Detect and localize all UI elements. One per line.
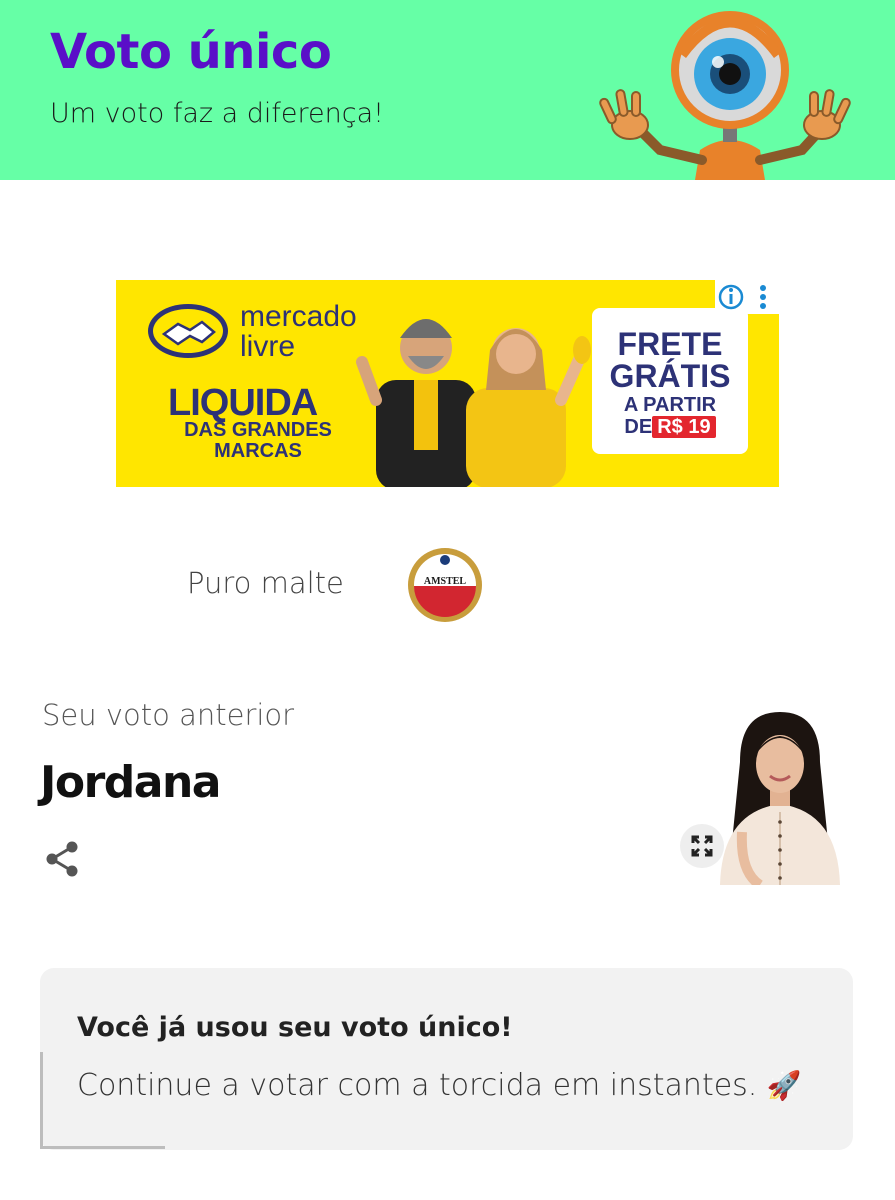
ad-brand-name: mercado livre: [240, 300, 357, 363]
header-banner: Voto único Um voto faz a diferença!: [0, 0, 895, 180]
expand-photo-button[interactable]: [680, 824, 724, 868]
previous-vote-label: Seu voto anterior: [42, 698, 295, 732]
notice-heading: Você já usou seu voto único!: [77, 1012, 513, 1043]
page-subtitle: Um voto faz a diferença!: [50, 98, 384, 129]
amstel-logo-icon[interactable]: AMSTEL: [406, 546, 484, 624]
ad-people-image: [356, 319, 591, 487]
offer-price: R$ 19: [652, 416, 716, 438]
ad-choices-bar[interactable]: [715, 280, 779, 314]
svg-text:AMSTEL: AMSTEL: [424, 576, 467, 587]
eye-mascot-icon: [599, 11, 851, 180]
handshake-logo-icon: [148, 304, 228, 358]
previous-vote-name: Jordana: [40, 757, 222, 808]
rocket-icon: 🚀: [766, 1069, 802, 1102]
notice-message: Continue a votar com a torcida em instan…: [77, 1068, 802, 1103]
share-icon[interactable]: [44, 840, 80, 878]
candidate-photo: [720, 712, 840, 885]
page-title: Voto único: [50, 24, 332, 80]
card-accent-bottom: [40, 1146, 165, 1149]
free-shipping-badge: FRETE GRÁTIS A PARTIR DE R$ 19: [592, 308, 748, 454]
expand-icon: [691, 835, 713, 857]
vote-used-notice: Você já usou seu voto único! Continue a …: [40, 968, 853, 1150]
more-options-icon[interactable]: [753, 280, 773, 314]
sponsor-tagline: Puro malte: [187, 566, 344, 600]
mercado-livre-ad[interactable]: mercado livre LIQUIDA DAS GRANDES MARCAS…: [116, 280, 779, 487]
ad-subheadline: DAS GRANDES MARCAS: [184, 419, 332, 462]
card-accent-left: [40, 1052, 43, 1148]
